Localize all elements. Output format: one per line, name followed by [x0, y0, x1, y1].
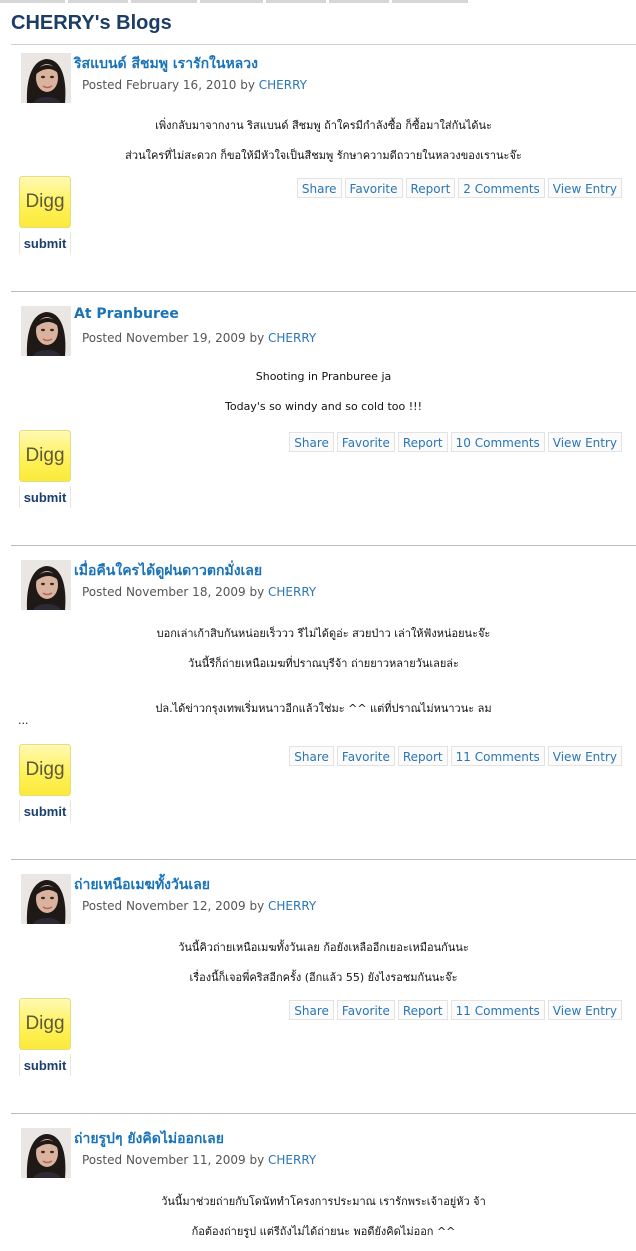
author-link[interactable]: CHERRY	[268, 585, 316, 599]
digg-submit-button[interactable]: submit	[19, 800, 71, 822]
top-tab[interactable]	[131, 0, 197, 3]
top-tab[interactable]	[266, 0, 326, 3]
author-link[interactable]: CHERRY	[268, 331, 316, 345]
entry-body-line: Today's so windy and so cold too !!!	[225, 400, 422, 413]
posted-prefix: Posted	[82, 1153, 123, 1167]
entry-body-line: วันนี้คิวถ่ายเหนือเมฆทั้งวันเลย ก้อยังเห…	[178, 941, 469, 954]
posted-meta: Posted November 11, 2009 by CHERRY	[82, 1153, 316, 1167]
digg-submit-button[interactable]: submit	[19, 486, 71, 508]
author-link[interactable]: CHERRY	[259, 78, 307, 92]
entry-body-line: ...	[18, 714, 29, 727]
digg-widget: Digg submit	[19, 744, 71, 822]
posted-date: November 19, 2009	[125, 331, 246, 345]
share-button[interactable]: Share	[289, 1000, 334, 1020]
posted-date: November 11, 2009	[125, 1153, 246, 1167]
share-button[interactable]: Share	[289, 432, 334, 452]
entry-actions: Share Favorite Report 2 Comments View En…	[296, 178, 622, 198]
page-title: CHERRY's Blogs	[11, 12, 172, 34]
entry-title-link[interactable]: ถ่ายเหนือเมฆทั้งวันเลย	[74, 874, 210, 896]
posted-by: by	[240, 78, 255, 92]
author-link[interactable]: CHERRY	[268, 1153, 316, 1167]
top-tab[interactable]	[0, 0, 65, 3]
author-link[interactable]: CHERRY	[268, 899, 316, 913]
comments-link[interactable]: 11 Comments	[450, 1000, 545, 1020]
posted-prefix: Posted	[82, 78, 123, 92]
report-button[interactable]: Report	[397, 1000, 448, 1020]
entry-body-line: ก้อต้องถ่ายรูป แต่รีถังไม่ได้ถ่ายนะ พอดี…	[191, 1225, 456, 1238]
view-entry-link[interactable]: View Entry	[547, 432, 622, 452]
digg-submit-button[interactable]: submit	[19, 1054, 71, 1076]
comments-link[interactable]: 2 Comments	[458, 178, 545, 198]
author-avatar[interactable]	[21, 560, 71, 610]
favorite-button[interactable]: Favorite	[336, 432, 395, 452]
entry-body-line: เพิ่งกลับมาจากงาน ริสแบนด์ สีชมพู ถ้าใคร…	[155, 119, 492, 132]
comments-link[interactable]: 11 Comments	[450, 746, 545, 766]
posted-by: by	[249, 331, 265, 345]
favorite-button[interactable]: Favorite	[344, 178, 403, 198]
digg-widget: Digg submit	[19, 430, 71, 508]
entry-body-line: บอกเล่าเก้าสิบกันหน่อยเร็ววว รีไม่ได้ดูอ…	[156, 627, 491, 640]
favorite-button[interactable]: Favorite	[336, 1000, 395, 1020]
author-avatar[interactable]	[21, 1128, 71, 1178]
share-button[interactable]: Share	[289, 746, 334, 766]
entry-body-line: วันนี้รีก็ถ่ายเหนือเมฆที่ปราณบุรีจ้า ถ่า…	[188, 657, 459, 670]
entry-body-line: Shooting in Pranburee ja	[255, 370, 392, 383]
entry-actions: Share Favorite Report 11 Comments View E…	[289, 746, 622, 766]
divider	[11, 291, 636, 292]
divider	[11, 545, 636, 546]
digg-widget: Digg submit	[19, 998, 71, 1076]
posted-by: by	[249, 585, 265, 599]
posted-date: November 12, 2009	[125, 899, 246, 913]
posted-meta: Posted February 16, 2010 by CHERRY	[82, 78, 307, 92]
view-entry-link[interactable]: View Entry	[547, 1000, 622, 1020]
author-avatar[interactable]	[21, 306, 71, 356]
view-entry-link[interactable]: View Entry	[547, 178, 622, 198]
digg-count-button[interactable]: Digg	[19, 998, 71, 1050]
top-nav-tabs	[0, 0, 470, 3]
divider	[11, 1113, 636, 1114]
report-button[interactable]: Report	[397, 746, 448, 766]
favorite-button[interactable]: Favorite	[336, 746, 395, 766]
posted-meta: Posted November 12, 2009 by CHERRY	[82, 899, 316, 913]
entry-title-link[interactable]: ริสแบนด์ สีชมพู เรารักในหลวง	[74, 53, 258, 75]
divider	[11, 859, 636, 860]
top-tab[interactable]	[392, 0, 468, 3]
entry-title-link[interactable]: At Pranburee	[74, 306, 179, 322]
entry-actions: Share Favorite Report 11 Comments View E…	[289, 1000, 622, 1020]
report-button[interactable]: Report	[405, 178, 456, 198]
digg-count-button[interactable]: Digg	[19, 430, 71, 482]
posted-by: by	[249, 899, 265, 913]
posted-date: February 16, 2010	[125, 78, 237, 92]
digg-submit-button[interactable]: submit	[19, 232, 71, 254]
share-button[interactable]: Share	[296, 178, 342, 198]
entry-body-line: เรื่องนี้ก็เจอพี่คริสอีกครั้ง (อีกแล้ว 5…	[189, 971, 458, 984]
digg-count-button[interactable]: Digg	[19, 176, 71, 228]
posted-prefix: Posted	[82, 899, 123, 913]
author-avatar[interactable]	[21, 53, 71, 103]
posted-by: by	[249, 1153, 265, 1167]
divider	[11, 44, 636, 45]
posted-prefix: Posted	[82, 585, 123, 599]
author-avatar[interactable]	[21, 874, 71, 924]
entry-title-link[interactable]: เมื่อคืนใครได้ดูฝนดาวตกมั่งเลย	[74, 560, 262, 582]
posted-meta: Posted November 19, 2009 by CHERRY	[82, 331, 316, 345]
top-tab[interactable]	[68, 0, 128, 3]
top-tab[interactable]	[329, 0, 389, 3]
comments-link[interactable]: 10 Comments	[450, 432, 545, 452]
entry-actions: Share Favorite Report 10 Comments View E…	[289, 432, 622, 452]
entry-body-line: วันนี้มาช่วยถ่ายกับโดนัททำโครงการประมาณ …	[161, 1195, 486, 1208]
entry-title-link[interactable]: ถ่ายรูปๆ ยังคิดไม่ออกเลย	[74, 1128, 224, 1150]
digg-widget: Digg submit	[19, 176, 71, 254]
report-button[interactable]: Report	[397, 432, 448, 452]
posted-prefix: Posted	[82, 331, 123, 345]
top-tab[interactable]	[200, 0, 263, 3]
entry-body-line: ส่วนใครที่ไม่สะดวก ก็ขอให้มีหัวใจเป็นสีช…	[125, 149, 522, 162]
posted-meta: Posted November 18, 2009 by CHERRY	[82, 585, 316, 599]
posted-date: November 18, 2009	[125, 585, 246, 599]
digg-count-button[interactable]: Digg	[19, 744, 71, 796]
view-entry-link[interactable]: View Entry	[547, 746, 622, 766]
